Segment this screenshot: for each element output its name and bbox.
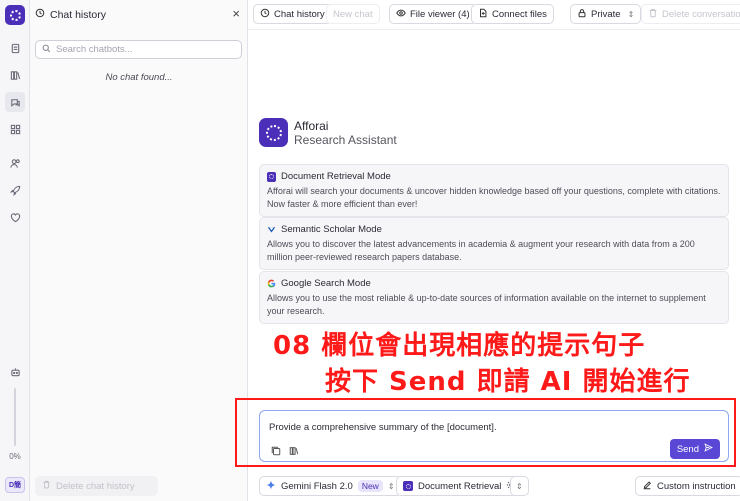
clock-icon: [35, 8, 45, 21]
clock-icon: [260, 8, 270, 21]
connect-files-button[interactable]: Connect files: [471, 4, 554, 24]
afforai-logo-icon: [403, 481, 413, 491]
trash-icon: [42, 480, 51, 492]
lock-icon: [577, 8, 587, 21]
privacy-select[interactable]: Private ⇕: [570, 4, 642, 24]
afforai-logo-icon: [267, 171, 276, 182]
eye-icon: [396, 8, 406, 21]
zoom-slider[interactable]: [14, 388, 16, 446]
language-toggle[interactable]: D簡: [5, 477, 25, 493]
heart-shield-icon[interactable]: [7, 209, 23, 225]
custom-instruction-button[interactable]: Custom instruction: [635, 476, 740, 496]
zoom-percent: 0%: [9, 452, 21, 461]
mode-card-google-search[interactable]: Google Search Mode Allows you to use the…: [259, 271, 729, 324]
history-title: Chat history: [50, 8, 107, 21]
search-field[interactable]: [35, 40, 242, 59]
library-icon[interactable]: [7, 67, 23, 83]
semantic-scholar-icon: [267, 225, 276, 234]
trash-icon: [648, 8, 658, 21]
chat-history-panel: Chat history × No chat found... Delete c…: [30, 0, 248, 501]
chat-history-button[interactable]: Chat history: [253, 4, 332, 24]
delete-history-button[interactable]: Delete chat history: [35, 476, 158, 496]
file-viewer-button[interactable]: File viewer (4): [389, 4, 477, 24]
rocket-icon[interactable]: [7, 182, 23, 198]
edit-icon: [642, 480, 652, 493]
chevron-updown-icon: ⇕: [627, 9, 635, 19]
retrieval-mode-select[interactable]: Document Retrieval: [396, 476, 524, 496]
close-icon[interactable]: ×: [232, 7, 240, 21]
annotation-line-2: 按下 Send 即請 AI 開始進行: [325, 367, 691, 397]
new-chat-button[interactable]: New chat: [326, 4, 380, 24]
chevron-updown-icon: ⇕: [387, 481, 395, 491]
file-icon: [478, 8, 488, 21]
robot-icon[interactable]: [7, 364, 23, 380]
apps-icon[interactable]: [7, 121, 23, 137]
retrieval-chevron-button[interactable]: ⇕: [510, 476, 529, 496]
assistant-brand: Afforai Research Assistant: [259, 118, 397, 147]
mode-card-document-retrieval[interactable]: Document Retrieval Mode Afforai will sea…: [259, 164, 729, 217]
afforai-logo-icon: [259, 118, 288, 147]
annotation-line-1: 08 欄位會出現相應的提示句子: [273, 331, 646, 361]
empty-state-text: No chat found...: [105, 72, 173, 83]
document-icon[interactable]: [7, 40, 23, 56]
delete-conversation-button[interactable]: Delete conversation: [641, 4, 740, 24]
brand-subtitle: Research Assistant: [294, 132, 397, 147]
search-icon: [42, 44, 51, 56]
users-icon[interactable]: [7, 155, 23, 171]
chat-icon[interactable]: [5, 92, 25, 112]
chevron-updown-icon: ⇕: [516, 481, 523, 491]
google-icon: [267, 279, 276, 288]
model-select[interactable]: Gemini Flash 2.0 New ⇕: [259, 476, 402, 496]
search-input[interactable]: [56, 44, 226, 55]
brand-name: Afforai: [294, 118, 329, 133]
history-header: Chat history: [35, 8, 106, 21]
icon-rail: 0% D簡: [0, 0, 30, 501]
annotation-highlight-box: [235, 398, 736, 467]
afforai-logo-icon[interactable]: [5, 5, 25, 25]
mode-card-semantic-scholar[interactable]: Semantic Scholar Mode Allows you to disc…: [259, 217, 729, 270]
sparkle-icon: [266, 479, 276, 493]
new-badge: New: [357, 480, 383, 492]
